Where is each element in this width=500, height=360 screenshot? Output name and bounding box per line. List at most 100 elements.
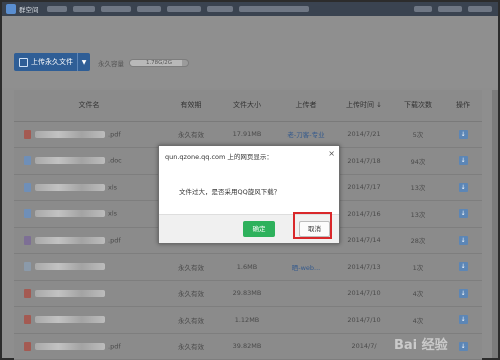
storage-capacity: 永久容量 1.78G/2G xyxy=(98,58,189,68)
blurred-file-name xyxy=(35,289,105,297)
upload-time-cell: 2014/7/18 xyxy=(336,147,392,175)
size-cell: 1.12MB xyxy=(218,306,276,334)
action-cell: ↓ xyxy=(444,306,482,334)
uploader-cell[interactable] xyxy=(276,280,336,307)
download-icon[interactable]: ↓ xyxy=(458,129,468,139)
close-icon[interactable]: × xyxy=(328,149,335,158)
table-row[interactable]: 永久有效 1.6MB 晒-web... 2014/7/13 1次 ↓ xyxy=(14,253,482,281)
file-name-cell[interactable]: .pdf xyxy=(14,333,164,360)
download-count-cell: 4次 xyxy=(392,306,444,334)
action-cell: ↓ xyxy=(444,333,482,360)
file-extension: .pdf xyxy=(108,342,121,351)
top-nav-bar: 群空间 xyxy=(2,2,498,16)
blurred-file-name xyxy=(35,263,105,271)
file-name-cell[interactable]: xls xyxy=(14,200,164,228)
nav-item[interactable] xyxy=(72,6,95,12)
action-cell: ↓ xyxy=(444,227,482,254)
file-extension: .pdf xyxy=(108,130,121,139)
file-type-icon xyxy=(24,209,31,219)
validity-cell: 永久有效 xyxy=(164,253,218,281)
download-icon[interactable]: ↓ xyxy=(458,156,468,166)
action-cell: ↓ xyxy=(444,253,482,281)
download-icon[interactable]: ↓ xyxy=(458,235,468,245)
size-cell: 1.6MB xyxy=(218,253,276,281)
file-name-cell[interactable] xyxy=(14,306,164,334)
file-name-cell[interactable]: .doc xyxy=(14,147,164,175)
download-count-cell: 13次 xyxy=(392,174,444,201)
nav-item[interactable] xyxy=(438,6,462,12)
dialog-title: qun.qzone.qq.com 上的网页显示： xyxy=(165,153,273,161)
uploader-cell[interactable]: 晒-web... xyxy=(276,253,336,281)
blurred-file-name xyxy=(35,316,105,324)
download-icon[interactable]: ↓ xyxy=(458,288,468,298)
dialog-message: 文件过大，是否采用QQ旋风下载？ xyxy=(179,188,281,196)
col-header-uploader[interactable]: 上传者 xyxy=(276,90,336,122)
file-type-icon xyxy=(24,262,31,272)
upload-permanent-file-button[interactable]: 上传永久文件 ▼ xyxy=(14,53,90,71)
table-row[interactable]: 永久有效 1.12MB 2014/7/10 4次 ↓ xyxy=(14,306,482,334)
size-cell: 17.91MB xyxy=(218,121,276,148)
file-type-icon xyxy=(24,315,31,325)
upload-time-cell: 2014/7/ xyxy=(336,333,392,360)
nav-item[interactable] xyxy=(100,6,131,12)
download-icon[interactable]: ↓ xyxy=(458,262,468,272)
upload-time-cell: 2014/7/14 xyxy=(336,227,392,254)
table-row[interactable]: .pdf 永久有效 17.91MB 老-刀客-专业 2014/7/21 5次 ↓ xyxy=(14,121,482,148)
download-icon[interactable]: ↓ xyxy=(458,182,468,192)
col-header-downloads[interactable]: 下载次数 xyxy=(392,90,444,122)
file-extension: xls xyxy=(108,183,118,192)
upload-time-cell: 2014/7/10 xyxy=(336,280,392,307)
nav-item[interactable] xyxy=(468,6,492,12)
blurred-file-name xyxy=(35,157,105,165)
capacity-label: 永久容量 xyxy=(98,60,124,68)
download-count-cell: 1次 xyxy=(392,253,444,281)
uploader-cell[interactable]: 老-刀客-专业 xyxy=(276,121,336,148)
file-extension: xls xyxy=(108,209,118,218)
upload-time-cell: 2014/7/16 xyxy=(336,200,392,228)
col-header-upload-time[interactable]: 上传时间 ↓ xyxy=(336,90,392,122)
uploader-cell[interactable] xyxy=(276,306,336,334)
file-name-cell[interactable]: .pdf xyxy=(14,121,164,148)
file-name-cell[interactable]: xls xyxy=(14,174,164,201)
upload-time-cell: 2014/7/21 xyxy=(336,121,392,148)
toolbar: 上传永久文件 ▼ 永久容量 1.78G/2G xyxy=(2,16,498,88)
action-cell: ↓ xyxy=(444,200,482,228)
upload-button-label: 上传永久文件 xyxy=(31,58,73,66)
file-name-cell[interactable] xyxy=(14,280,164,307)
ok-button[interactable]: 确定 xyxy=(243,221,275,237)
nav-item[interactable] xyxy=(206,6,233,12)
nav-item[interactable] xyxy=(414,6,432,12)
nav-item[interactable] xyxy=(136,6,161,12)
col-header-name[interactable]: 文件名 xyxy=(14,90,164,122)
download-icon[interactable]: ↓ xyxy=(458,315,468,325)
upload-time-cell: 2014/7/13 xyxy=(336,253,392,281)
uploader-cell[interactable] xyxy=(276,333,336,360)
upload-time-cell: 2014/7/17 xyxy=(336,174,392,201)
action-cell: ↓ xyxy=(444,147,482,175)
nav-item[interactable] xyxy=(46,6,67,12)
alert-dialog: qun.qzone.qq.com 上的网页显示： × 文件过大，是否采用QQ旋风… xyxy=(158,145,340,244)
blurred-file-name xyxy=(35,342,105,350)
capacity-bar: 1.78G/2G xyxy=(129,59,189,67)
download-icon[interactable]: ↓ xyxy=(458,209,468,219)
upload-icon xyxy=(19,57,28,67)
file-name-cell[interactable] xyxy=(14,253,164,281)
download-count-cell: 5次 xyxy=(392,121,444,148)
validity-cell: 永久有效 xyxy=(164,333,218,360)
file-extension: .pdf xyxy=(108,236,121,245)
file-name-cell[interactable]: .pdf xyxy=(14,227,164,254)
scrollbar[interactable] xyxy=(492,90,498,358)
download-count-cell: 28次 xyxy=(392,227,444,254)
file-type-icon xyxy=(24,288,31,298)
col-header-validity[interactable]: 有效期 xyxy=(164,90,218,122)
chevron-down-icon[interactable]: ▼ xyxy=(77,53,90,71)
table-row[interactable]: 永久有效 29.83MB 2014/7/10 4次 ↓ xyxy=(14,280,482,307)
nav-item[interactable] xyxy=(166,6,201,12)
download-icon[interactable]: ↓ xyxy=(458,341,468,351)
validity-cell: 永久有效 xyxy=(164,280,218,307)
blurred-file-name xyxy=(35,210,105,218)
cancel-highlight-box xyxy=(293,212,332,239)
download-count-cell: 4次 xyxy=(392,280,444,307)
nav-item[interactable] xyxy=(238,6,309,12)
col-header-size[interactable]: 文件大小 xyxy=(218,90,276,122)
